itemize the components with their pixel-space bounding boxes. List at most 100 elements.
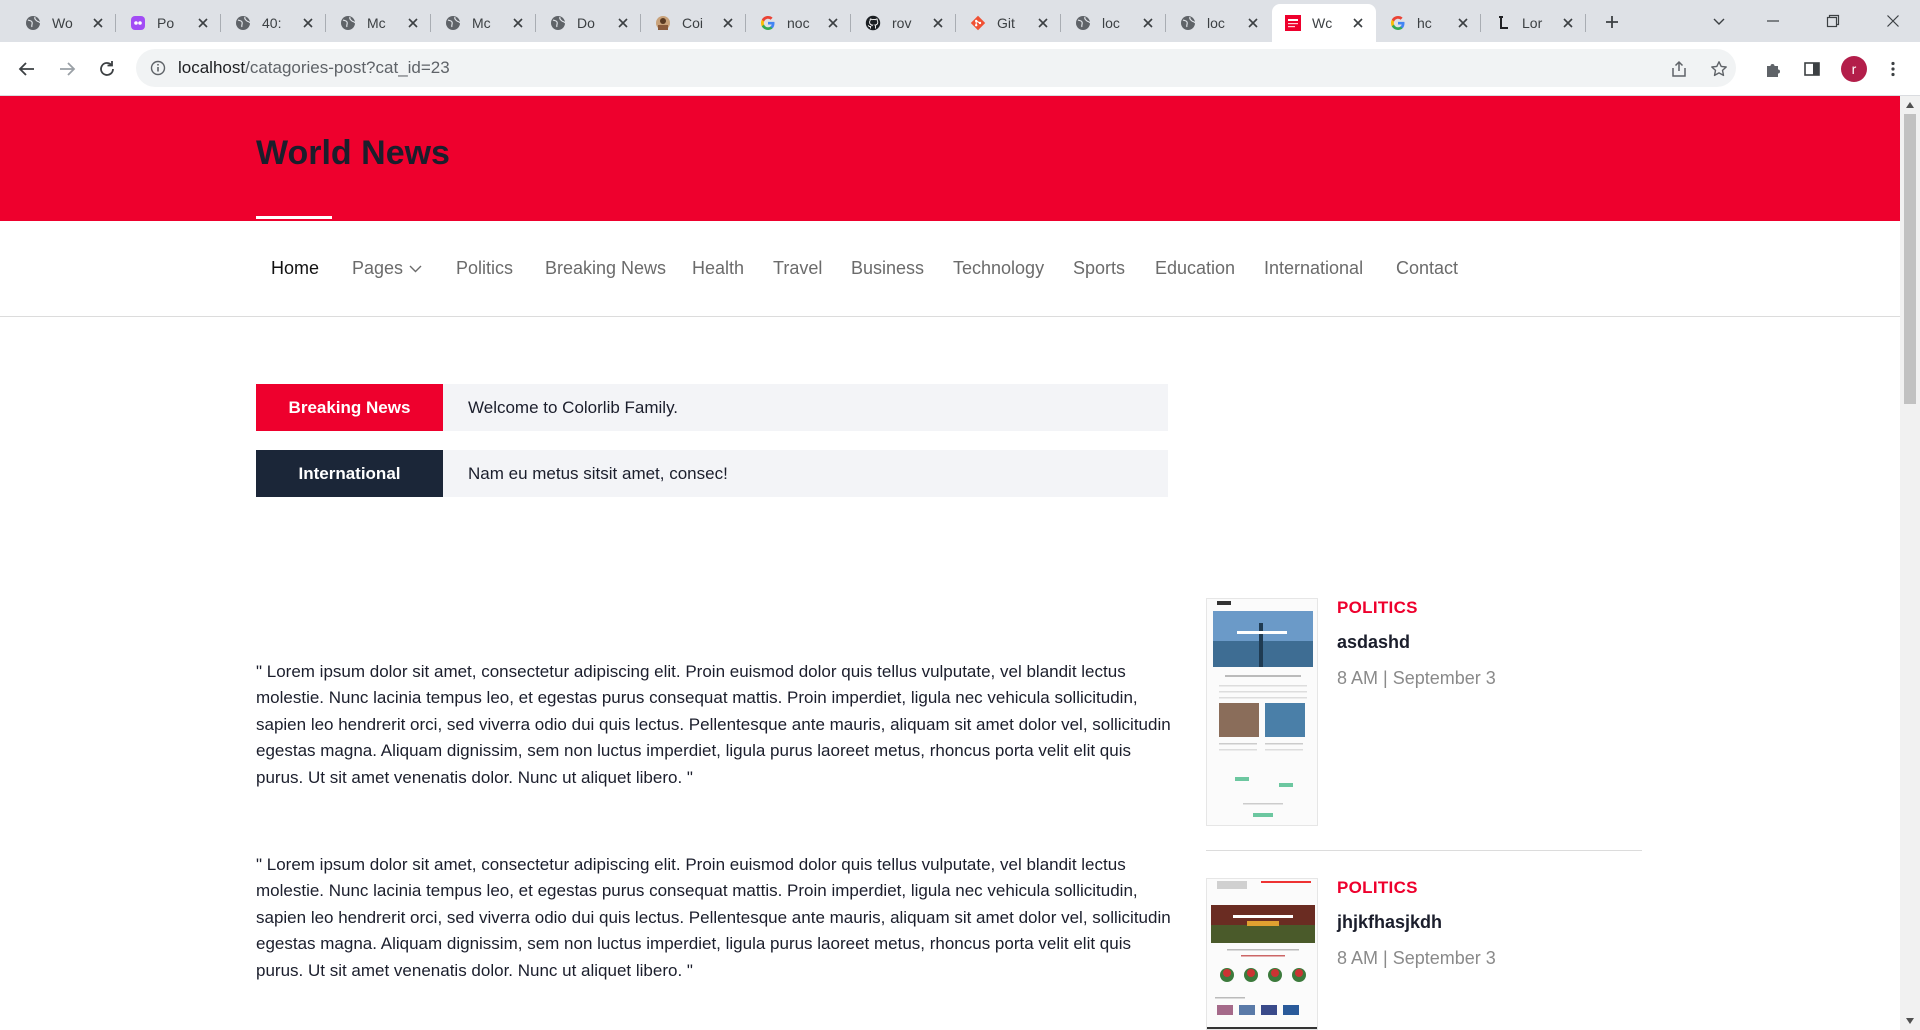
tab-separator [640, 14, 641, 32]
reload-button[interactable] [92, 54, 122, 84]
close-window-button[interactable] [1870, 0, 1916, 42]
nav-item-politics[interactable]: Politics [456, 258, 513, 279]
ticker-label[interactable]: International [256, 450, 443, 497]
tab-close-icon[interactable] [1035, 15, 1051, 31]
tab-title: noc [787, 15, 810, 31]
international-ticker: International Nam eu metus sitsit amet, … [256, 450, 1168, 497]
tab-close-icon[interactable] [720, 15, 736, 31]
browser-tab[interactable]: Coi [642, 4, 746, 42]
scroll-up-icon[interactable] [1905, 100, 1915, 110]
tab-close-icon[interactable] [825, 15, 841, 31]
tab-close-icon[interactable] [195, 15, 211, 31]
scroll-down-icon[interactable] [1905, 1016, 1915, 1026]
browser-tab[interactable]: Po [117, 4, 221, 42]
address-bar[interactable]: localhost/catagories-post?cat_id=23 [136, 49, 1736, 87]
nav-item-travel[interactable]: Travel [773, 258, 822, 279]
post-title[interactable]: jhjkfhasjkdh [1337, 912, 1442, 933]
ticker-text[interactable]: Welcome to Colorlib Family. [468, 398, 678, 418]
tab-close-icon[interactable] [300, 15, 316, 31]
browser-tab[interactable]: noc [747, 4, 851, 42]
globe-icon [549, 14, 567, 32]
browser-tab[interactable]: Do [537, 4, 641, 42]
tab-close-icon[interactable] [1245, 15, 1261, 31]
browser-tab[interactable]: Mc [432, 4, 536, 42]
site-logo-title[interactable]: World News [256, 134, 450, 173]
nav-item-breaking-news[interactable]: Breaking News [545, 258, 666, 279]
nav-item-sports[interactable]: Sports [1073, 258, 1125, 279]
restore-button[interactable] [1810, 0, 1856, 42]
browser-toolbar: localhost/catagories-post?cat_id=23 r [0, 42, 1920, 96]
tab-close-icon[interactable] [90, 15, 106, 31]
browser-tab[interactable]: Git [957, 4, 1061, 42]
more-vertical-icon [1891, 61, 1895, 77]
tab-title: Do [577, 15, 595, 31]
minimize-button[interactable] [1750, 0, 1796, 42]
reload-icon [100, 61, 114, 76]
page-viewport: World News Home Pages Politics Breaking New… [0, 96, 1920, 1030]
nav-item-education[interactable]: Education [1155, 258, 1235, 279]
browser-tab[interactable]: Mc [327, 4, 431, 42]
tab-title: Po [157, 15, 175, 31]
post-thumbnail[interactable] [1206, 878, 1318, 1030]
share-icon[interactable] [1668, 58, 1690, 80]
browser-tab[interactable]: Wo [12, 4, 116, 42]
ticker-label[interactable]: Breaking News [256, 384, 443, 431]
nav-item-technology[interactable]: Technology [953, 258, 1044, 279]
url-path: /catagories-post?cat_id=23 [245, 58, 450, 77]
tab-title: rov [892, 15, 912, 31]
plus-icon [1606, 16, 1618, 28]
browser-tab[interactable]: loc [1167, 4, 1271, 42]
tab-close-icon[interactable] [1350, 15, 1366, 31]
globe-icon [339, 14, 357, 32]
star-bookmark-icon[interactable] [1708, 58, 1730, 80]
browser-tab[interactable]: 40: [222, 4, 326, 42]
browser-tab[interactable]: Lor [1482, 4, 1586, 42]
tab-close-icon[interactable] [930, 15, 946, 31]
back-button[interactable] [12, 54, 42, 84]
browser-tab[interactable]: rov [852, 4, 956, 42]
tab-close-icon[interactable] [405, 15, 421, 31]
newspaper-icon [1284, 14, 1302, 32]
tab-close-icon[interactable] [510, 15, 526, 31]
browser-tab[interactable]: loc [1062, 4, 1166, 42]
browser-tab[interactable]: hc [1377, 4, 1481, 42]
tab-close-icon[interactable] [1140, 15, 1156, 31]
new-tab-button[interactable] [1598, 8, 1626, 36]
post-thumbnail[interactable] [1206, 598, 1318, 826]
side-panel-icon [1804, 62, 1820, 76]
browser-tab[interactable]: Wc [1272, 4, 1376, 42]
nav-item-pages[interactable]: Pages [352, 258, 422, 279]
avatar-icon [654, 14, 672, 32]
tab-search-button[interactable] [1696, 0, 1742, 42]
nav-item-business[interactable]: Business [851, 258, 924, 279]
ticker-text[interactable]: Nam eu metus sitsit amet, consec! [468, 464, 728, 484]
profile-avatar[interactable]: r [1841, 56, 1867, 82]
thumbnail-image [1207, 599, 1317, 825]
globe-icon [234, 14, 252, 32]
post-category[interactable]: POLITICS [1337, 878, 1418, 898]
side-panel-button[interactable] [1797, 54, 1827, 84]
tab-close-icon[interactable] [1560, 15, 1576, 31]
tab-separator [535, 14, 536, 32]
nav-item-home[interactable]: Home [271, 258, 319, 279]
scroll-thumb[interactable] [1904, 114, 1916, 404]
nav-item-contact[interactable]: Contact [1396, 258, 1458, 279]
site-info-icon[interactable] [148, 58, 168, 78]
tab-close-icon[interactable] [615, 15, 631, 31]
post-category[interactable]: POLITICS [1337, 598, 1418, 618]
nav-item-label: Breaking News [545, 258, 667, 278]
tab-close-icon[interactable] [1455, 15, 1471, 31]
github-icon [864, 14, 882, 32]
breaking-news-ticker: Breaking News Welcome to Colorlib Family… [256, 384, 1168, 431]
tab-separator [745, 14, 746, 32]
extensions-button[interactable] [1758, 54, 1788, 84]
browser-menu-button[interactable] [1878, 54, 1908, 84]
nav-item-international[interactable]: International [1264, 258, 1363, 279]
page-scrollbar[interactable] [1900, 96, 1920, 1030]
post-title[interactable]: asdashd [1337, 632, 1410, 653]
tab-title: Lor [1522, 15, 1543, 31]
url-text[interactable]: localhost/catagories-post?cat_id=23 [178, 58, 450, 78]
git-icon [969, 14, 987, 32]
forward-button[interactable] [52, 54, 82, 84]
nav-item-health[interactable]: Health [692, 258, 744, 279]
